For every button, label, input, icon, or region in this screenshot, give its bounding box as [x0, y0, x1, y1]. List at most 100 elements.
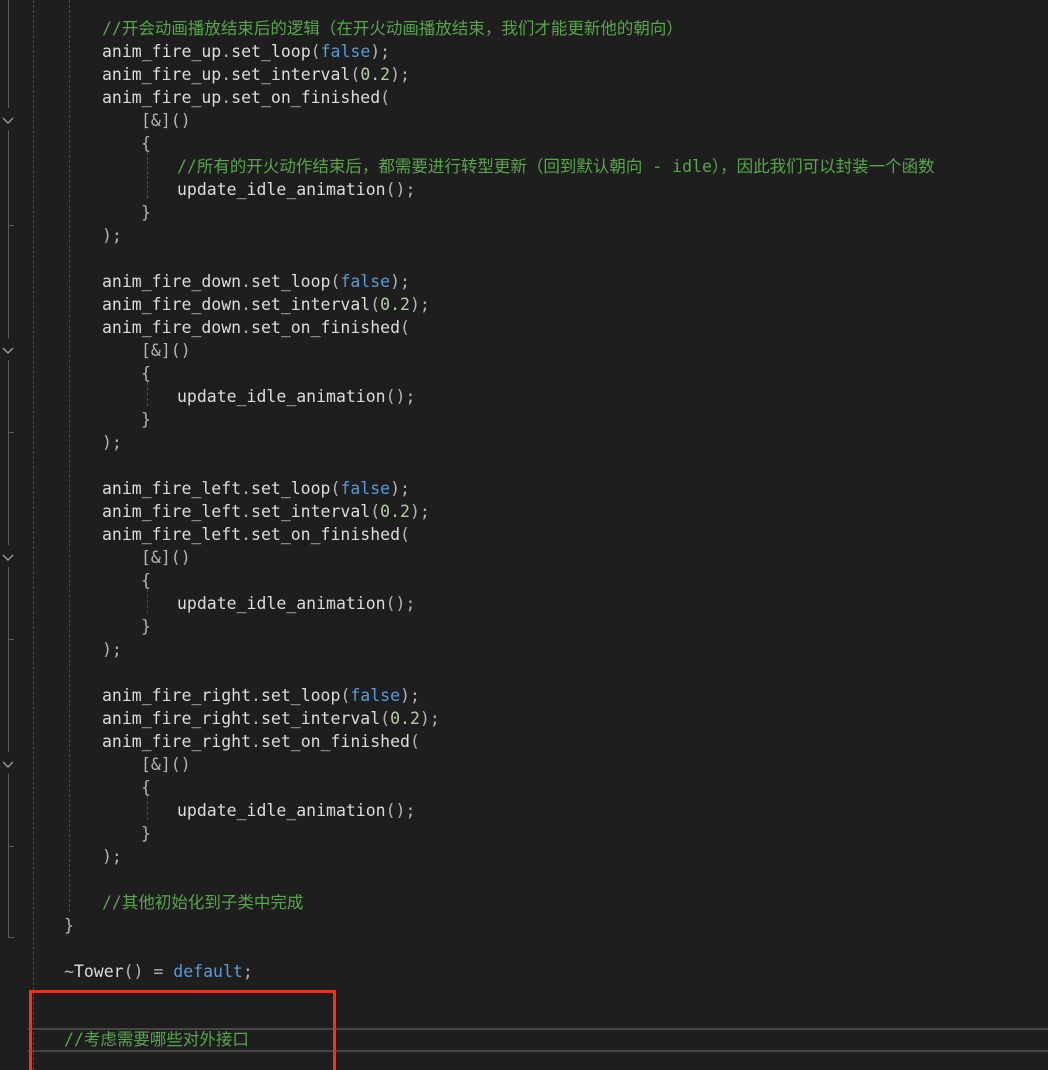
indent-guide: [147, 152, 148, 198]
code-line[interactable]: anim_fire_up.set_interval(0.2);: [102, 63, 410, 86]
code-token: {: [141, 364, 151, 383]
code-editor[interactable]: //开会动画播放结束后的逻辑（在开火动画播放结束，我们才能更新他的朝向） anim…: [0, 0, 1048, 1070]
code-token: );: [390, 479, 410, 498]
code-token: anim_fire_right: [102, 732, 252, 751]
code-token: (: [400, 525, 410, 544]
code-line[interactable]: {: [141, 132, 151, 155]
indent-guide: [33, 0, 34, 1070]
code-token: set_interval: [251, 295, 371, 314]
code-line[interactable]: [&](): [141, 546, 191, 569]
code-line[interactable]: anim_fire_left.set_loop(false);: [102, 477, 410, 500]
code-token: update_idle_animation: [177, 801, 386, 820]
code-token: set_loop: [260, 686, 341, 705]
code-line[interactable]: );: [102, 431, 122, 454]
code-line[interactable]: {: [141, 776, 151, 799]
code-token: update_idle_animation: [177, 387, 386, 406]
code-line[interactable]: anim_fire_down.set_interval(0.2);: [102, 293, 430, 316]
collapse-chevron-icon[interactable]: [2, 552, 14, 564]
fold-gutter-line: [8, 774, 9, 846]
code-comment: //开会动画播放结束后的逻辑（在开火动画播放结束，我们才能更新他的朝向）: [102, 19, 683, 38]
code-line[interactable]: }: [141, 615, 151, 638]
code-line[interactable]: update_idle_animation();: [177, 385, 415, 408]
code-token: }: [141, 410, 151, 429]
code-line[interactable]: anim_fire_left.set_on_finished(: [102, 523, 410, 546]
code-line[interactable]: [&](): [141, 109, 191, 132]
code-line[interactable]: }: [141, 201, 151, 224]
code-line[interactable]: );: [102, 845, 122, 868]
code-line[interactable]: {: [141, 362, 151, 385]
code-token: }: [64, 916, 74, 935]
code-token: set_loop: [251, 272, 331, 291]
code-number: 0.2: [380, 502, 410, 521]
code-line[interactable]: anim_fire_left.set_interval(0.2);: [102, 500, 430, 523]
code-comment: //所有的开火动作结束后，都需要进行转型更新（回到默认朝向 - idle），因此…: [177, 157, 935, 176]
code-line[interactable]: anim_fire_down.set_on_finished(: [102, 316, 410, 339]
collapse-chevron-icon[interactable]: [2, 115, 14, 127]
code-line[interactable]: anim_fire_up.set_loop(false);: [102, 40, 390, 63]
code-token: {: [141, 134, 151, 153]
code-token: );: [102, 433, 122, 452]
code-line[interactable]: anim_fire_right.set_on_finished(: [102, 730, 420, 753]
code-token: set_loop: [231, 42, 311, 61]
code-line[interactable]: //所有的开火动作结束后，都需要进行转型更新（回到默认朝向 - idle），因此…: [177, 155, 935, 178]
code-number: 0.2: [380, 295, 410, 314]
fold-gutter-line: [8, 433, 9, 545]
code-line[interactable]: //开会动画播放结束后的逻辑（在开火动画播放结束，我们才能更新他的朝向）: [102, 17, 683, 40]
code-token: {: [141, 778, 151, 797]
code-token: ();: [385, 801, 416, 820]
code-line[interactable]: );: [102, 638, 122, 661]
code-token: anim_fire_left: [102, 525, 242, 544]
code-line[interactable]: }: [64, 914, 74, 937]
code-token: ();: [385, 387, 416, 406]
code-token: anim_fire_up: [102, 65, 222, 84]
code-token: Tower: [73, 962, 124, 981]
code-line[interactable]: }: [141, 822, 151, 845]
code-token: update_idle_animation: [177, 594, 386, 613]
code-line[interactable]: }: [141, 408, 151, 431]
code-line[interactable]: update_idle_animation();: [177, 178, 415, 201]
code-token: [&](): [141, 341, 191, 360]
code-token: .: [241, 272, 252, 291]
code-token: .: [241, 525, 252, 544]
code-token: (: [310, 42, 321, 61]
code-token: }: [141, 617, 151, 636]
code-line[interactable]: update_idle_animation();: [177, 799, 415, 822]
code-token: {: [141, 571, 151, 590]
code-token: .: [221, 65, 232, 84]
code-comment: //其他初始化到子类中完成: [102, 893, 304, 912]
code-token: ;: [242, 962, 253, 981]
code-token: anim_fire_down: [102, 318, 242, 337]
code-token: (: [380, 88, 391, 107]
code-line[interactable]: anim_fire_right.set_interval(0.2);: [102, 707, 440, 730]
code-token: (: [370, 502, 381, 521]
code-token: );: [370, 42, 391, 61]
code-token: set_on_finished: [251, 525, 401, 544]
collapse-chevron-icon[interactable]: [2, 759, 14, 771]
code-line[interactable]: anim_fire_up.set_on_finished(: [102, 86, 390, 109]
code-token: .: [251, 709, 261, 728]
code-line[interactable]: {: [141, 569, 151, 592]
code-token: .: [241, 502, 252, 521]
code-line[interactable]: anim_fire_right.set_loop(false);: [102, 684, 420, 707]
collapse-chevron-icon[interactable]: [2, 345, 14, 357]
fold-gutter-line: [8, 847, 9, 937]
code-number: 0.2: [360, 65, 391, 84]
code-line[interactable]: update_idle_animation();: [177, 592, 415, 615]
code-token: set_interval: [260, 709, 381, 728]
code-token: .: [241, 295, 252, 314]
code-token: set_loop: [251, 479, 331, 498]
code-line[interactable]: anim_fire_down.set_loop(false);: [102, 270, 410, 293]
code-token: set_interval: [251, 502, 371, 521]
fold-end-tick: [8, 937, 14, 938]
code-token: () =: [123, 962, 174, 981]
code-line[interactable]: [&](): [141, 753, 191, 776]
code-line[interactable]: //其他初始化到子类中完成: [102, 891, 303, 914]
code-token: [&](): [141, 755, 191, 774]
code-line[interactable]: ~Tower() = default;: [64, 960, 253, 983]
code-keyword: false: [340, 479, 391, 498]
code-token: );: [102, 847, 122, 866]
code-line[interactable]: );: [102, 224, 122, 247]
code-line[interactable]: [&](): [141, 339, 191, 362]
code-token: anim_fire_down: [102, 272, 242, 291]
code-token: anim_fire_left: [102, 479, 242, 498]
